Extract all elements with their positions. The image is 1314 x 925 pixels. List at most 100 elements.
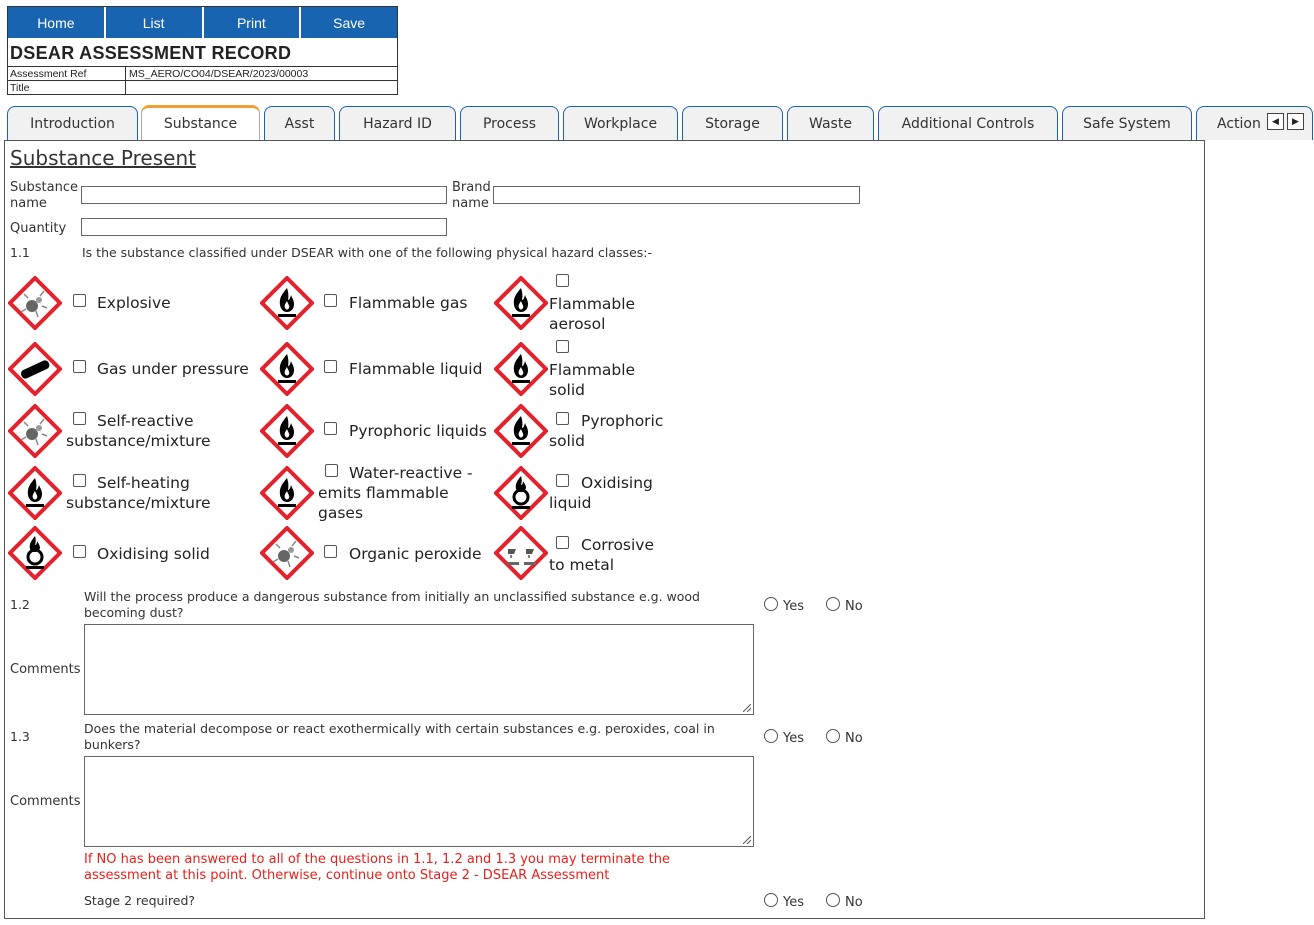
explosive-icon [260, 526, 314, 580]
stage2-label: Stage 2 required? [84, 893, 196, 908]
q1-3-no-radio[interactable] [826, 729, 840, 743]
gas-under-pressure-label: Gas under pressure [97, 360, 249, 378]
tab-hazard-id[interactable]: Hazard ID [339, 106, 456, 140]
warning-line1: If NO has been answered to all of the qu… [84, 852, 670, 867]
quantity-label: Quantity [10, 221, 67, 236]
q1-1-text: Is the substance classified under DSEAR … [82, 245, 652, 260]
self-heating-line2: substance/mixture [66, 494, 211, 512]
self-heating-line1: Self-heating [97, 474, 190, 492]
tab-scroll-right-icon[interactable]: ▶ [1287, 113, 1304, 130]
termination-warning: If NO has been answered to all of the qu… [84, 852, 670, 884]
flammable-solid-line1: Flammable [549, 361, 636, 379]
flammable-gas-label: Flammable gas [349, 294, 468, 312]
q1-2-line2: becoming dust? [84, 605, 184, 620]
pyrophoric-liquids-label: Pyrophoric liquids [349, 422, 487, 440]
stage2-no-radio[interactable] [826, 893, 840, 907]
tab-workplace[interactable]: Workplace [563, 106, 678, 140]
flame-icon [260, 466, 314, 520]
list-button[interactable]: List [105, 7, 204, 38]
oxidising-liquid-line2: liquid [549, 494, 592, 512]
flammable-gas-checkbox[interactable] [324, 294, 337, 307]
save-button[interactable]: Save [301, 7, 397, 38]
home-button[interactable]: Home [8, 7, 106, 38]
tab-waste[interactable]: Waste [787, 106, 874, 140]
q1-2-no-radio[interactable] [826, 597, 840, 611]
q1-3-no-label: No [845, 731, 863, 746]
flame-icon [260, 342, 314, 396]
gas-under-pressure-checkbox[interactable] [73, 360, 86, 373]
water-reactive-line1: Water-reactive - [349, 464, 473, 482]
quantity-input[interactable] [81, 218, 447, 236]
title-value [125, 81, 397, 95]
resize-grip-icon[interactable] [743, 836, 751, 844]
q1-3-comments-label: Comments [10, 794, 81, 809]
q1-2-yes-radio[interactable] [764, 597, 778, 611]
tab-additional-controls[interactable]: Additional Controls [878, 106, 1058, 140]
flame-icon [260, 404, 314, 458]
q1-3-line1: Does the material decompose or react exo… [84, 721, 715, 736]
explosive-checkbox[interactable] [73, 294, 86, 307]
q1-3-text: Does the material decompose or react exo… [84, 721, 764, 753]
self-heating-label: Self-heating substance/mixture [66, 473, 211, 513]
assessment-ref-value: MS_AERO/CO04/DSEAR/2023/00003 [125, 67, 308, 81]
flame-icon [494, 342, 548, 396]
tab-process[interactable]: Process [460, 106, 559, 140]
flammable-aerosol-checkbox[interactable] [556, 274, 569, 287]
flame-icon [494, 276, 548, 330]
stage2-yes-radio[interactable] [764, 893, 778, 907]
explosive-icon [8, 276, 62, 330]
oxidising-liquid-label: Oxidising liquid [549, 473, 653, 513]
title-label: Title [10, 82, 30, 94]
flame-icon [494, 404, 548, 458]
gas-cylinder-icon [8, 342, 62, 396]
tab-scroll-left-icon[interactable]: ◀ [1267, 113, 1284, 130]
pyrophoric-solid-label: Pyrophoric solid [549, 411, 663, 451]
water-reactive-line2: emits flammable [318, 484, 449, 502]
flammable-liquid-label: Flammable liquid [349, 360, 483, 378]
flammable-solid-label: Flammable solid [549, 360, 635, 400]
flammable-liquid-checkbox[interactable] [324, 360, 337, 373]
flame-over-circle-icon [494, 466, 548, 520]
q1-2-yes-label: Yes [783, 599, 804, 614]
q1-3-number: 1.3 [10, 729, 30, 744]
print-button[interactable]: Print [203, 7, 302, 38]
page-title: DSEAR ASSESSMENT RECORD [10, 43, 292, 63]
tab-storage[interactable]: Storage [682, 106, 783, 140]
explosive-icon [8, 404, 62, 458]
q1-3-yes-radio[interactable] [764, 729, 778, 743]
q1-2-comments-textarea[interactable] [84, 624, 754, 715]
corrosive-to-metal-label: Corrosive to metal [549, 535, 654, 575]
oxidising-solid-checkbox[interactable] [73, 545, 86, 558]
substance-label-line2: name [10, 196, 47, 211]
q1-2-line1: Will the process produce a dangerous sub… [84, 589, 700, 604]
organic-peroxide-checkbox[interactable] [324, 545, 337, 558]
q1-3-line2: bunkers? [84, 737, 141, 752]
tab-safe-system[interactable]: Safe System [1062, 106, 1192, 140]
flammable-solid-checkbox[interactable] [556, 340, 569, 353]
brand-label-line1: Brand [452, 180, 491, 195]
oxidising-solid-label: Oxidising solid [97, 545, 210, 563]
stage2-no-label: No [845, 895, 863, 910]
tab-introduction[interactable]: Introduction [7, 106, 138, 140]
organic-peroxide-label: Organic peroxide [349, 545, 482, 563]
q1-1-number: 1.1 [10, 245, 30, 260]
warning-line2: assessment at this point. Otherwise, con… [84, 868, 610, 883]
assessment-ref-label: Assessment Ref [10, 68, 87, 80]
section-heading: Substance Present [10, 146, 196, 170]
flammable-solid-line2: solid [549, 381, 586, 399]
substance-name-label: Substance name [10, 180, 78, 212]
corrosion-icon [494, 526, 548, 580]
water-reactive-label: Water-reactive - emits flammable gases [318, 463, 473, 523]
substance-name-input[interactable] [81, 186, 447, 204]
top-nav: Home List Print Save [8, 7, 397, 38]
tab-asst[interactable]: Asst [264, 106, 335, 140]
explosive-label: Explosive [97, 294, 171, 312]
resize-grip-icon[interactable] [743, 704, 751, 712]
q1-3-comments-textarea[interactable] [84, 756, 754, 847]
pyrophoric-solid-line2: solid [549, 432, 586, 450]
tab-substance[interactable]: Substance [141, 105, 260, 140]
water-reactive-line3: gases [318, 504, 364, 522]
flame-icon [8, 466, 62, 520]
pyrophoric-liquids-checkbox[interactable] [324, 422, 337, 435]
brand-name-input[interactable] [493, 186, 860, 204]
